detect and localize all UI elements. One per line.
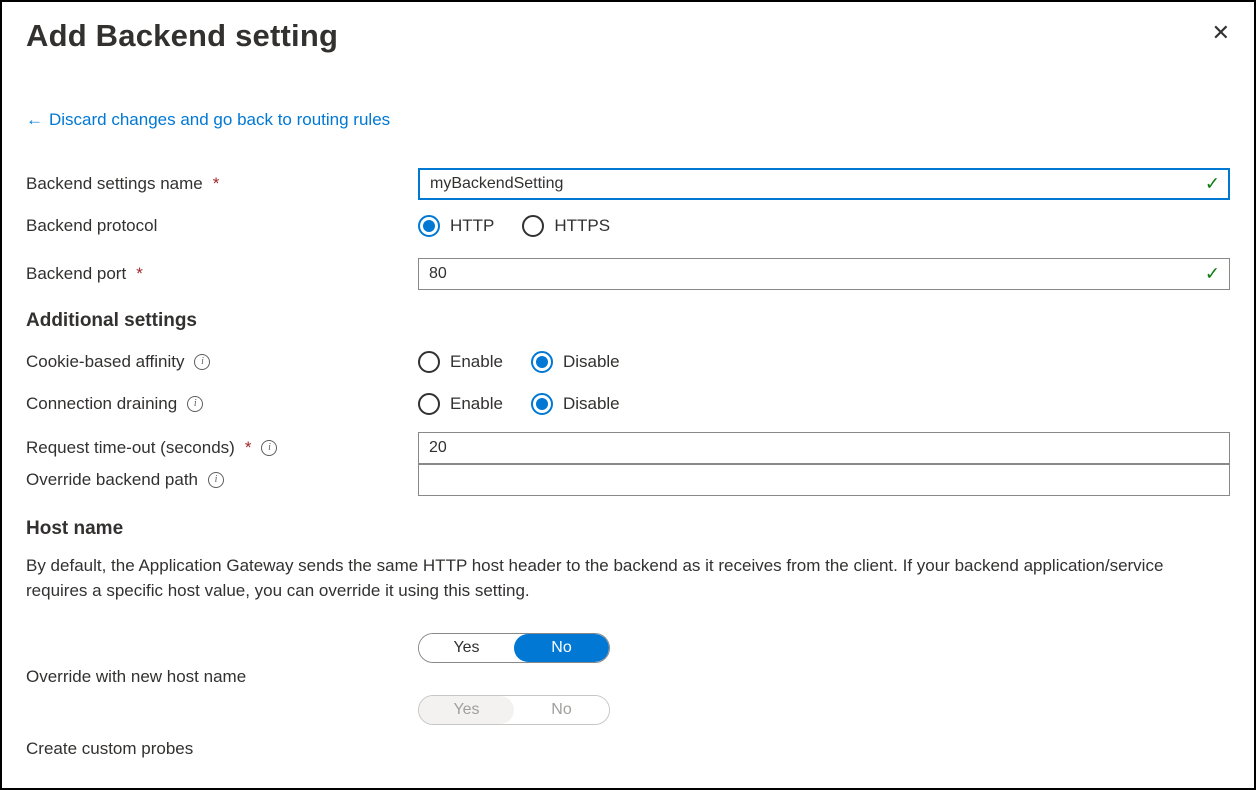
backend-settings-name-input[interactable] bbox=[418, 168, 1230, 200]
required-mark: * bbox=[245, 438, 252, 458]
radio-circle-icon bbox=[418, 393, 440, 415]
label-cookie-affinity: Cookie-based affinity i bbox=[26, 352, 418, 372]
radio-disable[interactable]: Disable bbox=[531, 393, 620, 415]
backend-port-input[interactable] bbox=[418, 258, 1230, 290]
radio-label: Enable bbox=[450, 352, 503, 372]
row-backend-port: Backend port * ✓ bbox=[26, 258, 1230, 290]
radio-circle-icon bbox=[418, 215, 440, 237]
toggle-no[interactable]: No bbox=[514, 634, 609, 662]
field-backend-port: ✓ bbox=[418, 258, 1230, 290]
field-backend-protocol: HTTP HTTPS bbox=[418, 215, 1230, 237]
radio-disable[interactable]: Disable bbox=[531, 351, 620, 373]
radio-label: Disable bbox=[563, 394, 620, 414]
row-cookie-affinity: Cookie-based affinity i Enable Disable bbox=[26, 346, 1230, 378]
radio-label: Enable bbox=[450, 394, 503, 414]
row-backend-protocol: Backend protocol HTTP HTTPS bbox=[26, 210, 1230, 242]
label-text: Backend port bbox=[26, 264, 126, 284]
discard-back-link[interactable]: ← Discard changes and go back to routing… bbox=[26, 110, 390, 130]
radio-label: HTTP bbox=[450, 216, 494, 236]
hostname-description: By default, the Application Gateway send… bbox=[26, 554, 1206, 603]
arrow-left-icon: ← bbox=[26, 110, 43, 130]
panel-header: Add Backend setting ✕ bbox=[26, 12, 1230, 110]
add-backend-setting-panel: Add Backend setting ✕ ← Discard changes … bbox=[0, 0, 1256, 790]
label-request-timeout: Request time-out (seconds) * i bbox=[26, 438, 418, 458]
field-cookie-affinity: Enable Disable bbox=[418, 351, 1230, 373]
cookie-affinity-radio-group: Enable Disable bbox=[418, 351, 620, 373]
radio-circle-icon bbox=[418, 351, 440, 373]
label-override-backend-path: Override backend path i bbox=[26, 470, 418, 490]
radio-http[interactable]: HTTP bbox=[418, 215, 494, 237]
toggle-yes[interactable]: Yes bbox=[419, 634, 514, 662]
info-icon[interactable]: i bbox=[187, 396, 203, 412]
label-backend-port: Backend port * bbox=[26, 264, 418, 284]
label-text: Cookie-based affinity bbox=[26, 352, 184, 372]
back-link-text: Discard changes and go back to routing r… bbox=[49, 110, 390, 130]
radio-circle-icon bbox=[522, 215, 544, 237]
toggle-no: No bbox=[514, 696, 609, 724]
info-icon[interactable]: i bbox=[261, 440, 277, 456]
field-connection-draining: Enable Disable bbox=[418, 393, 1230, 415]
row-override-backend-path: Override backend path i bbox=[26, 464, 1230, 496]
close-icon[interactable]: ✕ bbox=[1212, 22, 1230, 44]
label-text: Override backend path bbox=[26, 470, 198, 490]
create-custom-probes-toggle: Yes No bbox=[418, 695, 610, 725]
radio-circle-icon bbox=[531, 351, 553, 373]
radio-https[interactable]: HTTPS bbox=[522, 215, 610, 237]
label-text: Override with new host name bbox=[26, 667, 246, 686]
override-hostname-toggle[interactable]: Yes No bbox=[418, 633, 610, 663]
field-backend-settings-name: ✓ bbox=[418, 168, 1230, 200]
override-backend-path-input[interactable] bbox=[418, 464, 1230, 496]
label-text: Backend protocol bbox=[26, 216, 157, 236]
field-override-backend-path bbox=[418, 464, 1230, 496]
label-create-custom-probes: Create custom probes bbox=[26, 739, 1230, 759]
section-host-name: Host name bbox=[26, 518, 1230, 540]
row-request-timeout: Request time-out (seconds) * i bbox=[26, 432, 1230, 464]
field-override-hostname: Yes No Yes No bbox=[418, 633, 610, 725]
radio-label: Disable bbox=[563, 352, 620, 372]
info-icon[interactable]: i bbox=[194, 354, 210, 370]
required-mark: * bbox=[136, 264, 143, 284]
connection-draining-radio-group: Enable Disable bbox=[418, 393, 620, 415]
radio-enable[interactable]: Enable bbox=[418, 393, 503, 415]
request-timeout-input[interactable] bbox=[418, 432, 1230, 464]
label-text: Request time-out (seconds) bbox=[26, 438, 235, 458]
label-override-hostname: Override with new host name bbox=[26, 633, 418, 687]
field-request-timeout bbox=[418, 432, 1230, 464]
panel-title: Add Backend setting bbox=[26, 18, 338, 54]
info-icon[interactable]: i bbox=[208, 472, 224, 488]
label-connection-draining: Connection draining i bbox=[26, 394, 418, 414]
label-backend-settings-name: Backend settings name * bbox=[26, 174, 418, 194]
section-additional-settings: Additional settings bbox=[26, 310, 1230, 332]
radio-label: HTTPS bbox=[554, 216, 610, 236]
row-override-hostname: Override with new host name Yes No Yes N… bbox=[26, 633, 1230, 725]
radio-circle-icon bbox=[531, 393, 553, 415]
row-backend-settings-name: Backend settings name * ✓ bbox=[26, 168, 1230, 200]
label-text: Backend settings name bbox=[26, 174, 203, 194]
label-text: Connection draining bbox=[26, 394, 177, 414]
toggle-yes: Yes bbox=[419, 696, 514, 724]
protocol-radio-group: HTTP HTTPS bbox=[418, 215, 610, 237]
label-backend-protocol: Backend protocol bbox=[26, 216, 418, 236]
radio-enable[interactable]: Enable bbox=[418, 351, 503, 373]
row-connection-draining: Connection draining i Enable Disable bbox=[26, 388, 1230, 420]
required-mark: * bbox=[213, 174, 220, 194]
